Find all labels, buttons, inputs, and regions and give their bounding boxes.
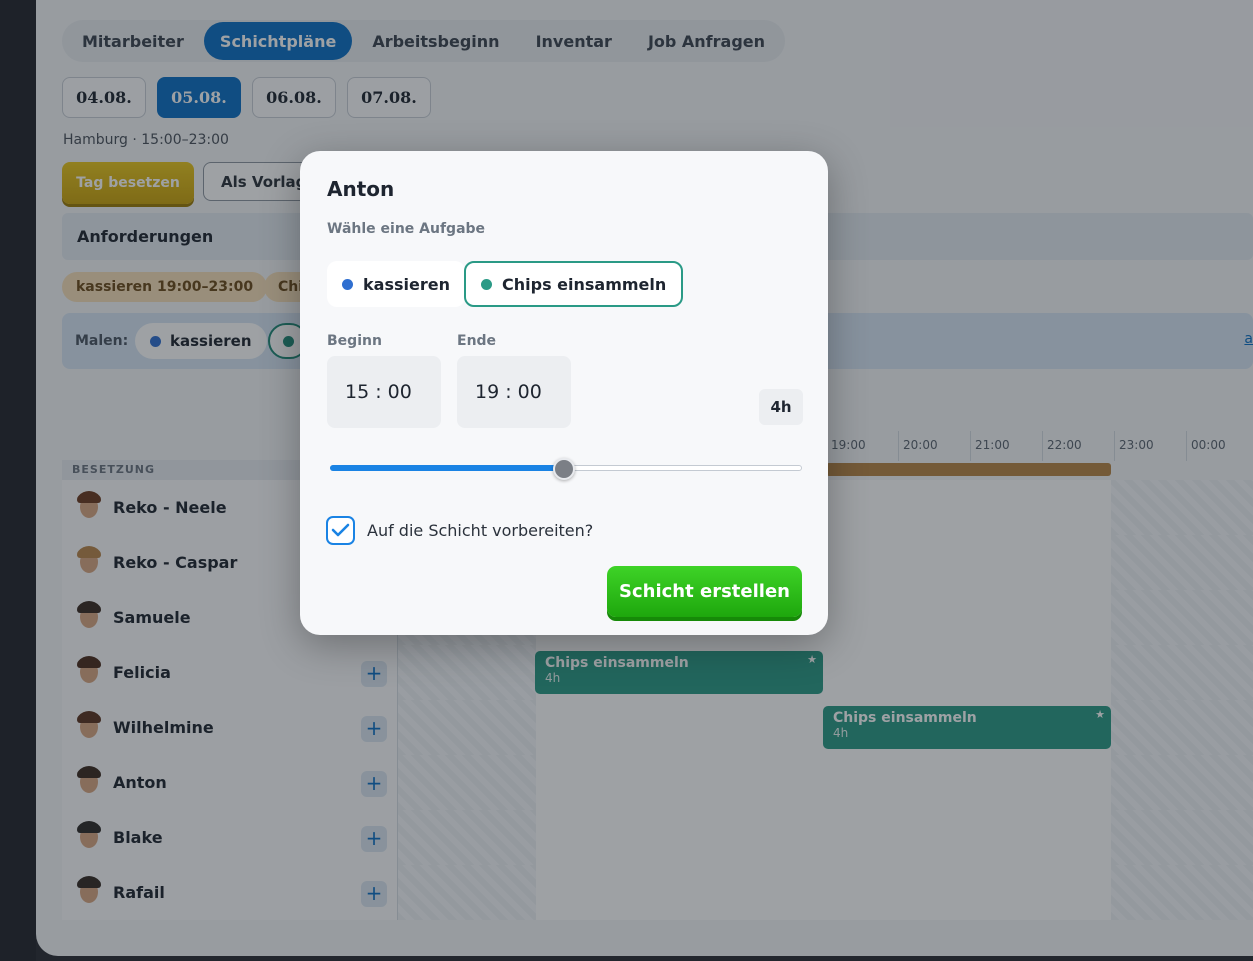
checkmark-icon	[331, 523, 350, 537]
task-label: Chips einsammeln	[502, 274, 667, 294]
task-option-chips-einsammeln[interactable]: Chips einsammeln	[464, 261, 684, 307]
task-color-dot	[481, 278, 492, 290]
task-option-kassieren[interactable]: kassieren	[327, 261, 465, 307]
end-label: Ende	[457, 333, 497, 349]
prepare-checkbox-label[interactable]: Auf die Schicht vorbereiten?	[367, 521, 593, 540]
dialog-subtitle: Wähle eine Aufgabe	[327, 221, 486, 237]
create-shift-button[interactable]: Schicht erstellen	[607, 566, 802, 617]
dialog-title: Anton	[327, 177, 395, 201]
duration-slider-fill	[330, 465, 564, 471]
begin-time-input[interactable]: 15 : 00	[327, 356, 441, 428]
begin-label: Beginn	[327, 333, 382, 349]
end-time-input[interactable]: 19 : 00	[457, 356, 571, 428]
create-shift-dialog: Anton Wähle eine Aufgabe kassieren Chips…	[300, 151, 828, 635]
prepare-checkbox[interactable]	[326, 516, 355, 545]
duration-slider-handle[interactable]	[553, 458, 575, 480]
task-label: kassieren	[363, 274, 450, 294]
task-color-dot	[342, 278, 353, 290]
duration-badge: 4h	[759, 389, 803, 425]
